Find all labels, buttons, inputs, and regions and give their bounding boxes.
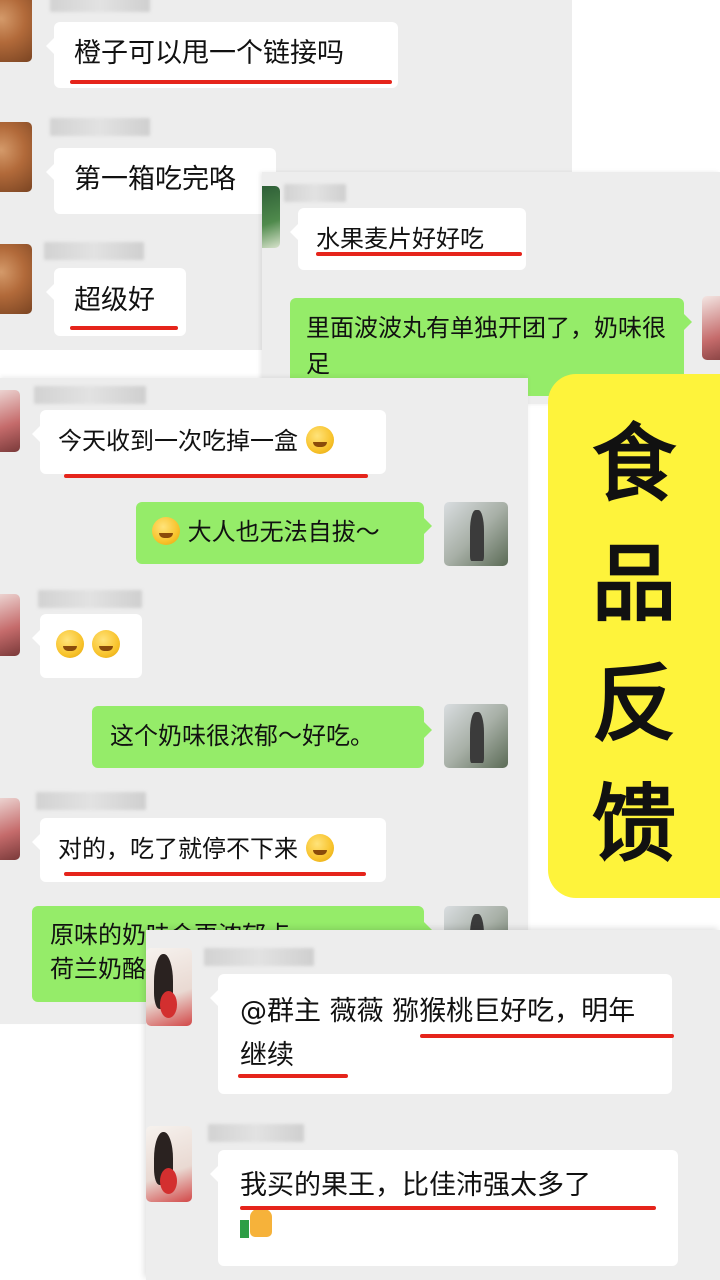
highlight-underline xyxy=(316,252,522,256)
chat-screenshot-2: 水果麦片好好吃 里面波波丸有单独开团了，奶味很足 xyxy=(262,172,720,404)
sender-name-blurred xyxy=(36,792,146,810)
message-text: 我买的果王，比佳沛强太多了 xyxy=(240,1170,591,1201)
feedback-banner: 食 品 反 馈 xyxy=(548,374,720,898)
message-text: 今天收到一次吃掉一盒 xyxy=(58,427,298,455)
sender-name-blurred xyxy=(34,386,146,404)
avatar[interactable] xyxy=(0,0,32,62)
message-bubble[interactable] xyxy=(32,614,142,678)
avatar[interactable] xyxy=(0,594,20,656)
sender-name-blurred xyxy=(44,242,144,260)
sender-name-blurred xyxy=(38,590,142,608)
sender-name-blurred xyxy=(208,1124,304,1142)
banner-char: 反 xyxy=(591,655,676,753)
sender-name-blurred xyxy=(50,0,150,12)
message-text: 这个奶味很浓郁～好吃。 xyxy=(110,722,374,750)
highlight-underline xyxy=(70,326,178,330)
message-bubble[interactable]: 今天收到一次吃掉一盒 xyxy=(32,410,386,474)
message-bubble[interactable]: 水果麦片好好吃 xyxy=(290,208,526,270)
avatar[interactable] xyxy=(0,798,20,860)
sender-name-blurred xyxy=(50,118,150,136)
highlight-underline xyxy=(240,1206,656,1210)
message-text: 里面波波丸有单独开团了，奶味很足 xyxy=(306,314,666,378)
avatar[interactable] xyxy=(0,122,32,192)
message-text: 对的，吃了就停不下来 xyxy=(58,835,298,863)
chat-screenshot-3: 今天收到一次吃掉一盒 大人也无法自拔～ 这个奶味很浓郁～好吃。 对的，吃了就停不… xyxy=(0,378,528,1024)
face-with-hand-over-mouth-icon xyxy=(91,630,120,658)
avatar[interactable] xyxy=(444,502,508,566)
face-with-tears-of-joy-icon xyxy=(305,834,334,862)
avatar[interactable] xyxy=(0,244,32,314)
message-bubble[interactable]: 这个奶味很浓郁～好吃。 xyxy=(92,706,432,768)
banner-char: 品 xyxy=(591,535,676,633)
sender-name-blurred xyxy=(284,184,346,202)
avatar[interactable] xyxy=(146,1126,192,1202)
face-with-hand-over-mouth-icon xyxy=(152,517,180,545)
avatar[interactable] xyxy=(262,186,280,248)
highlight-underline xyxy=(70,80,392,84)
banner-char: 食 xyxy=(591,415,676,513)
face-with-tears-of-joy-icon xyxy=(305,426,334,454)
message-text: 橙子可以甩一个链接吗 xyxy=(74,38,344,69)
message-bubble[interactable]: 橙子可以甩一个链接吗 xyxy=(46,22,398,88)
message-text: 大人也无法自拔～ xyxy=(187,518,380,546)
face-with-hand-over-mouth-icon xyxy=(56,630,84,658)
message-text: 超级好 xyxy=(74,285,155,316)
chat-screenshot-4: @群主 薇薇 猕猴桃巨好吃，明年继续 我买的果王，比佳沛强太多了 xyxy=(146,930,720,1280)
highlight-underline xyxy=(64,474,368,478)
highlight-underline xyxy=(238,1074,348,1078)
thumbs-up-icon xyxy=(240,1206,274,1240)
highlight-underline xyxy=(64,872,366,876)
message-bubble[interactable]: 第一箱吃完咯 xyxy=(46,148,276,214)
avatar[interactable] xyxy=(0,390,20,452)
message-text: 第一箱吃完咯 xyxy=(74,164,236,195)
message-text: 水果麦片好好吃 xyxy=(316,225,484,253)
avatar[interactable] xyxy=(146,948,192,1026)
avatar[interactable] xyxy=(444,704,508,768)
banner-char: 馈 xyxy=(591,775,676,873)
avatar[interactable] xyxy=(702,296,720,360)
highlight-underline xyxy=(420,1034,674,1038)
sender-name-blurred xyxy=(204,948,314,966)
message-bubble[interactable]: 大人也无法自拔～ xyxy=(136,502,432,564)
